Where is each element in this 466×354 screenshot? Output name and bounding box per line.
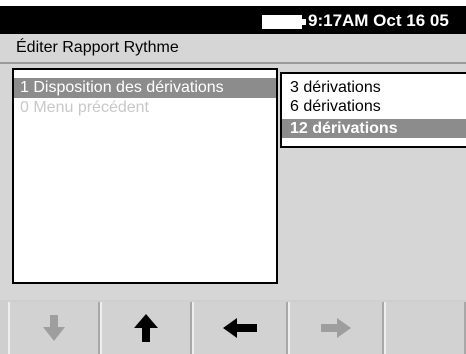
softkey-left[interactable] — [192, 302, 288, 354]
menu-panel: 1 Disposition des dérivations 0 Menu pré… — [12, 68, 278, 284]
arrow-down-icon — [43, 315, 65, 341]
status-time-date: 9:17AM Oct 16 05 — [308, 11, 449, 30]
device-screen: 9:17AM Oct 16 05 Éditer Rapport Rythme 1… — [0, 0, 466, 354]
softkey-right[interactable] — [288, 302, 384, 354]
menu-item-menu-precedent[interactable]: 0 Menu précédent — [14, 98, 276, 118]
battery-icon — [262, 15, 302, 29]
title-bar: Éditer Rapport Rythme — [0, 34, 466, 62]
arrow-up-icon — [134, 314, 158, 342]
softkey-down[interactable] — [8, 302, 100, 354]
menu-item-disposition-derivations[interactable]: 1 Disposition des dérivations — [14, 78, 276, 98]
option-6-derivations[interactable]: 6 dérivations — [282, 97, 466, 116]
arrow-left-icon — [223, 318, 257, 338]
option-3-derivations[interactable]: 3 dérivations — [282, 78, 466, 97]
page-title: Éditer Rapport Rythme — [16, 39, 179, 56]
softkey-up[interactable] — [100, 302, 192, 354]
option-12-derivations[interactable]: 12 dérivations — [282, 119, 466, 138]
top-edge — [0, 0, 466, 6]
options-panel: 3 dérivations 6 dérivations 12 dérivatio… — [280, 72, 466, 148]
softkey-blank[interactable] — [384, 302, 466, 354]
arrow-right-icon — [321, 318, 351, 338]
battery-tip — [302, 19, 306, 25]
title-divider — [0, 62, 466, 64]
